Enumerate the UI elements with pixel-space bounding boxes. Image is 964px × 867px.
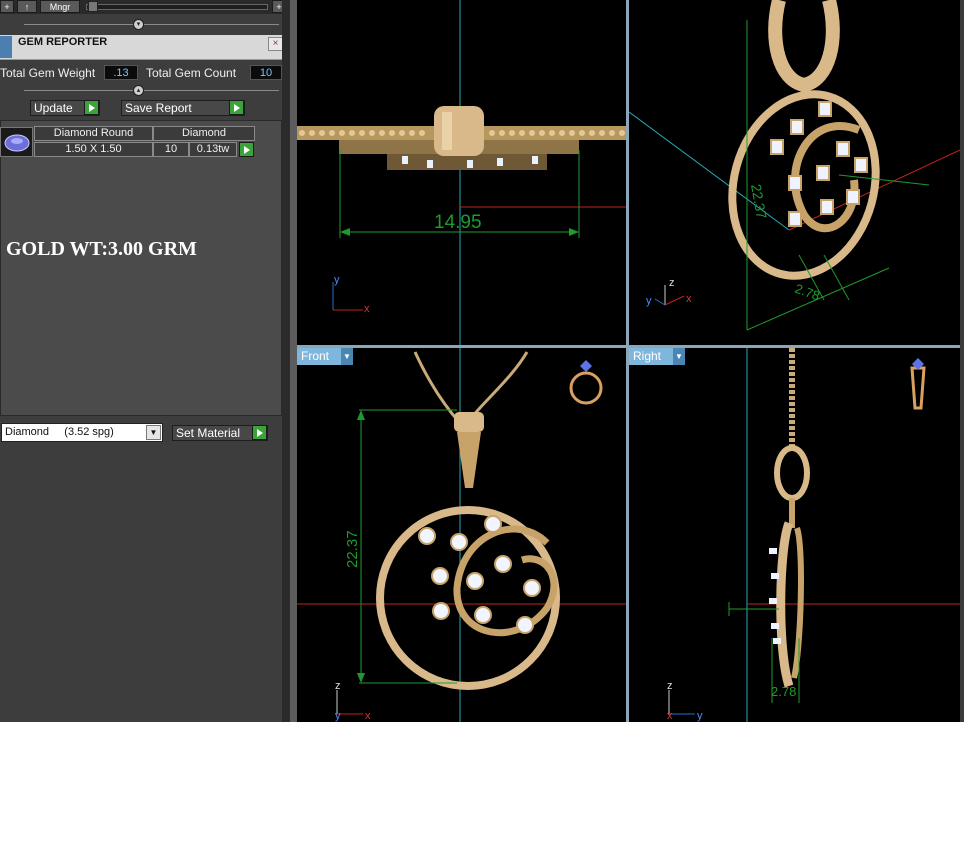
total-gem-count-value: 10 <box>250 65 282 80</box>
viewport-splitter-horizontal[interactable] <box>297 345 960 348</box>
view-label-front-text: Front <box>301 349 330 363</box>
save-report-go-icon[interactable] <box>229 100 244 115</box>
set-material-go-icon[interactable] <box>252 425 267 440</box>
chevron-down-icon[interactable]: ▼ <box>673 348 685 365</box>
view-label-front[interactable]: Front <box>297 348 341 365</box>
view-label-right-text: Right <box>633 349 662 363</box>
gem-count-cell: 10 <box>153 142 189 157</box>
material-select-value: Diamond (3.52 spg) <box>5 426 114 438</box>
divider <box>24 90 279 91</box>
gem-reporter-panel: + ↑ Mngr + ▾ GEM REPORTER × Total Gem We… <box>0 0 290 722</box>
view-label-right[interactable]: Right <box>629 348 673 365</box>
app-logo-icon <box>0 36 12 58</box>
manager-button[interactable]: Mngr <box>40 0 80 13</box>
top-dimension-label: 14.95 <box>434 212 482 233</box>
axis-x-label: x <box>667 710 673 722</box>
axis-x-label: x <box>364 303 370 315</box>
gem-weight-cell: 0.13tw <box>189 142 237 157</box>
diamond-gem-icon <box>0 127 33 157</box>
application-window: + ↑ Mngr + ▾ GEM REPORTER × Total Gem We… <box>0 0 964 722</box>
save-report-label: Save Report <box>125 101 192 115</box>
material-select[interactable]: Diamond (3.52 spg) ▼ <box>1 423 163 442</box>
axis-y-label: y <box>697 710 703 722</box>
set-material-label: Set Material <box>176 426 241 440</box>
viewport-right[interactable]: 2.78 z y x Right ▼ <box>629 348 960 722</box>
gem-reporter-title-bar: GEM REPORTER × <box>0 35 283 60</box>
zoom-slider[interactable] <box>86 4 268 10</box>
front-height-label: 22.37 <box>344 530 361 568</box>
gold-weight-note: GOLD WT:3.00 GRM <box>6 238 197 260</box>
viewport-splitter-vertical[interactable] <box>626 0 629 722</box>
add-button[interactable]: + <box>0 0 14 13</box>
panel-splitter[interactable] <box>282 0 290 722</box>
divider <box>24 24 279 25</box>
viewport-top[interactable]: 14.95 y x <box>297 0 626 345</box>
axis-y-label: y <box>335 710 341 722</box>
axis-y-label: y <box>334 274 340 286</box>
total-gem-weight-value: .13 <box>104 65 138 80</box>
axis-z-label: z <box>335 680 341 692</box>
up-arrow-icon[interactable]: ↑ <box>17 0 37 13</box>
close-icon[interactable]: × <box>268 37 283 51</box>
gem-size-cell: 1.50 X 1.50 <box>34 142 153 157</box>
axis-y-label: y <box>646 295 652 307</box>
row-go-icon[interactable] <box>239 142 254 157</box>
collapse-handle-icon[interactable]: ▾ <box>133 19 144 30</box>
right-depth-label: 2.78 <box>771 684 796 699</box>
update-label: Update <box>34 101 73 115</box>
perspective-depth-label: 2.78 <box>793 281 822 304</box>
save-report-button[interactable]: Save Report <box>121 100 245 116</box>
column-header-diamond: Diamond <box>153 126 255 141</box>
axis-z-label: z <box>667 680 673 692</box>
panel-title: GEM REPORTER <box>18 36 108 48</box>
chevron-down-icon[interactable]: ▼ <box>146 425 161 440</box>
total-gem-weight-label: Total Gem Weight <box>0 66 96 80</box>
gem-report-area <box>0 120 282 416</box>
panel-border <box>290 0 297 722</box>
collapse-handle-icon[interactable]: ▴ <box>133 85 144 96</box>
chevron-down-icon[interactable]: ▼ <box>341 348 353 365</box>
axis-x-label: x <box>686 293 692 305</box>
axis-z-label: z <box>669 277 675 289</box>
viewport-perspective[interactable]: 22.37 2.78 z x y <box>629 0 960 345</box>
update-go-icon[interactable] <box>84 100 99 115</box>
viewport-front[interactable]: 22.37 z x y Front ▼ <box>297 348 626 722</box>
column-header-diamond-round: Diamond Round <box>34 126 153 141</box>
perspective-height-label: 22.37 <box>748 183 770 220</box>
slider-thumb[interactable] <box>88 1 98 12</box>
top-toolbar: + ↑ Mngr + <box>0 0 290 14</box>
axis-x-label: x <box>365 710 371 722</box>
total-gem-count-label: Total Gem Count <box>146 66 237 80</box>
